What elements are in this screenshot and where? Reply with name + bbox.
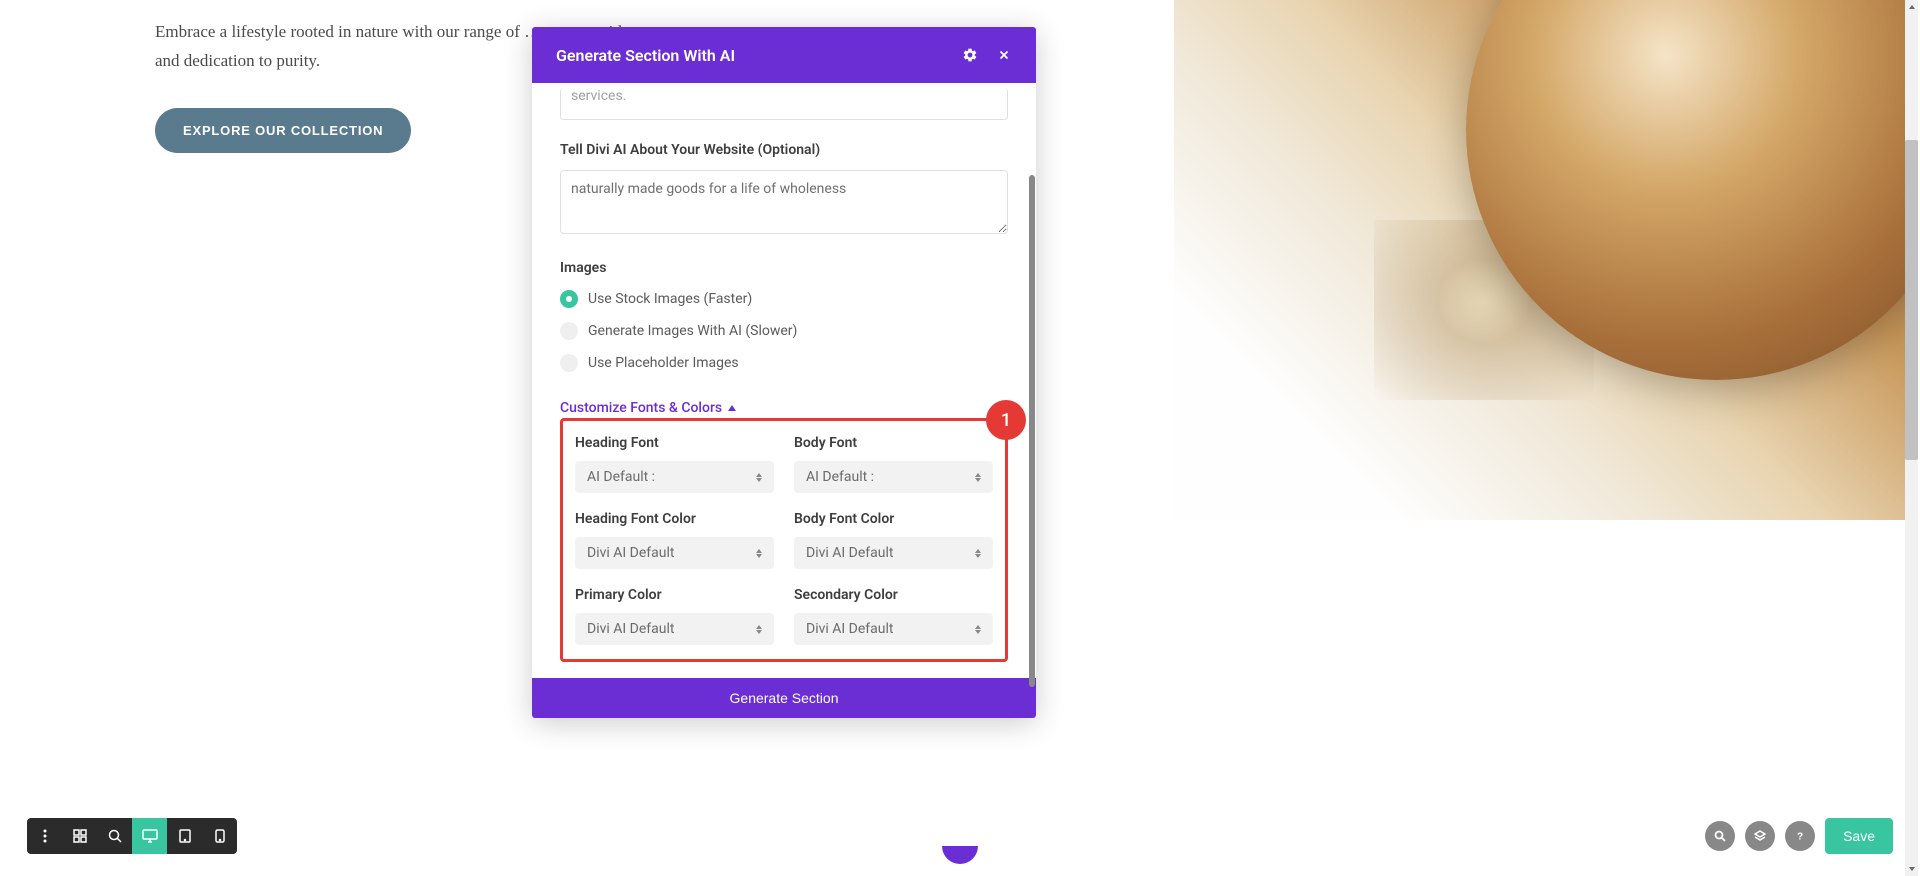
secondary-color-select[interactable]: Divi AI Default <box>794 613 993 645</box>
page-canvas: Embrace a lifestyle rooted in nature wit… <box>0 0 1920 876</box>
select-value: Divi AI Default <box>806 621 893 637</box>
modal-body: services. Tell Divi AI About Your Websit… <box>532 83 1036 678</box>
scrollbar-thumb[interactable] <box>1905 140 1918 460</box>
desktop-view-icon[interactable] <box>132 818 167 854</box>
heading-font-select[interactable]: AI Default : <box>575 461 774 493</box>
select-arrows-icon <box>756 549 762 558</box>
website-about-textarea[interactable]: naturally made goods for a life of whole… <box>560 170 1008 234</box>
radio-label: Generate Images With AI (Slower) <box>588 323 797 339</box>
layers-icon[interactable] <box>1745 821 1775 851</box>
viewport-toolbar <box>27 818 237 854</box>
menu-icon[interactable] <box>27 818 62 854</box>
action-toolbar: ? Save <box>1705 818 1893 854</box>
select-arrows-icon <box>756 473 762 482</box>
radio-label: Use Placeholder Images <box>588 355 739 371</box>
select-value: Divi AI Default <box>587 621 674 637</box>
select-value: AI Default : <box>806 469 874 485</box>
mobile-view-icon[interactable] <box>202 818 237 854</box>
radio-ai-images[interactable]: Generate Images With AI (Slower) <box>560 318 1008 344</box>
images-radio-group: Use Stock Images (Faster) Generate Image… <box>560 286 1008 376</box>
tablet-view-icon[interactable] <box>167 818 202 854</box>
search-icon[interactable] <box>1705 821 1735 851</box>
select-arrows-icon <box>975 549 981 558</box>
heading-font-label: Heading Font <box>575 435 774 451</box>
scroll-up-arrow-icon[interactable] <box>1905 0 1918 14</box>
body-font-color-label: Body Font Color <box>794 511 993 527</box>
hero-image <box>1174 0 1906 520</box>
customize-link-text: Customize Fonts & Colors <box>560 400 722 416</box>
heading-font-color-label: Heading Font Color <box>575 511 774 527</box>
body-font-label: Body Font <box>794 435 993 451</box>
heading-font-color-select[interactable]: Divi AI Default <box>575 537 774 569</box>
body-font-select[interactable]: AI Default : <box>794 461 993 493</box>
radio-indicator-active <box>560 290 578 308</box>
primary-color-label: Primary Color <box>575 587 774 603</box>
select-arrows-icon <box>975 473 981 482</box>
settings-icon[interactable] <box>958 43 982 67</box>
help-icon[interactable]: ? <box>1785 821 1815 851</box>
select-arrows-icon <box>975 625 981 634</box>
scroll-down-arrow-icon[interactable] <box>1905 862 1918 876</box>
select-value: AI Default : <box>587 469 655 485</box>
page-scrollbar[interactable] <box>1905 0 1918 876</box>
select-value: Divi AI Default <box>806 545 893 561</box>
modal-scrollbar[interactable] <box>1029 175 1035 687</box>
customize-panel: 1 Heading Font AI Default : Body Font AI… <box>560 418 1008 662</box>
images-section-label: Images <box>560 260 1008 276</box>
close-icon[interactable] <box>992 43 1016 67</box>
wireframe-view-icon[interactable] <box>62 818 97 854</box>
select-value: Divi AI Default <box>587 545 674 561</box>
primary-color-select[interactable]: Divi AI Default <box>575 613 774 645</box>
save-button[interactable]: Save <box>1825 818 1893 854</box>
radio-placeholder-images[interactable]: Use Placeholder Images <box>560 350 1008 376</box>
generate-section-modal: Generate Section With AI services. Tell … <box>532 27 1036 718</box>
website-about-label: Tell Divi AI About Your Website (Optiona… <box>560 142 1008 158</box>
chevron-up-icon <box>728 405 736 411</box>
body-font-color-select[interactable]: Divi AI Default <box>794 537 993 569</box>
annotation-badge: 1 <box>986 400 1026 440</box>
explore-collection-button[interactable]: EXPLORE OUR COLLECTION <box>155 108 411 153</box>
radio-indicator <box>560 322 578 340</box>
modal-title: Generate Section With AI <box>556 46 735 65</box>
generate-section-button[interactable]: Generate Section <box>532 678 1036 718</box>
radio-stock-images[interactable]: Use Stock Images (Faster) <box>560 286 1008 312</box>
fab-collapsed[interactable] <box>942 846 978 864</box>
radio-label: Use Stock Images (Faster) <box>588 291 752 307</box>
svg-text:?: ? <box>1797 832 1803 843</box>
modal-header: Generate Section With AI <box>532 27 1036 83</box>
customize-fonts-colors-toggle[interactable]: Customize Fonts & Colors <box>560 400 736 416</box>
secondary-color-label: Secondary Color <box>794 587 993 603</box>
zoom-icon[interactable] <box>97 818 132 854</box>
radio-indicator <box>560 354 578 372</box>
modal-footer: Generate Section <box>532 678 1036 718</box>
section-description-textarea[interactable]: services. <box>560 88 1008 120</box>
select-arrows-icon <box>756 625 762 634</box>
